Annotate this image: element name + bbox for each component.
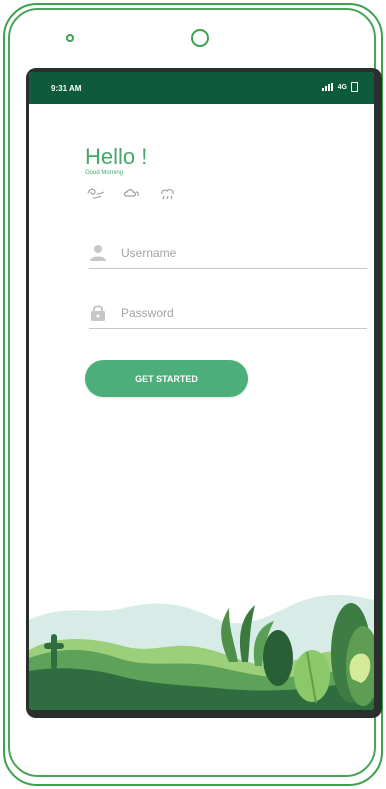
landscape-illustration <box>29 594 374 710</box>
speaker-icon <box>66 34 74 42</box>
status-indicators: 4G <box>321 82 358 92</box>
status-time: 9:31 AM <box>51 84 82 93</box>
camera-icon <box>191 29 209 47</box>
weather-wind-icon <box>87 188 105 199</box>
password-field[interactable]: Password <box>89 298 367 329</box>
network-label: 4G <box>337 83 347 91</box>
status-bar: 9:31 AM 4G <box>29 72 374 104</box>
signal-icon <box>321 83 334 91</box>
lock-icon <box>91 305 105 321</box>
phone-device: 9:31 AM 4G Hello ! Good Morning Username… <box>0 0 386 789</box>
weather-rain-icon <box>161 188 174 200</box>
get-started-button[interactable]: GET STARTED <box>85 360 248 397</box>
page-title: Hello ! <box>85 144 148 169</box>
battery-icon <box>351 82 358 92</box>
page-subtitle: Good Morning <box>85 170 124 176</box>
password-placeholder: Password <box>121 306 174 320</box>
user-icon <box>90 245 106 261</box>
username-placeholder: Username <box>121 246 177 260</box>
weather-cloud-icon <box>124 189 139 197</box>
weather-row <box>85 184 179 202</box>
username-field[interactable]: Username <box>89 238 367 269</box>
app-screen: 9:31 AM 4G Hello ! Good Morning Username… <box>29 72 374 710</box>
